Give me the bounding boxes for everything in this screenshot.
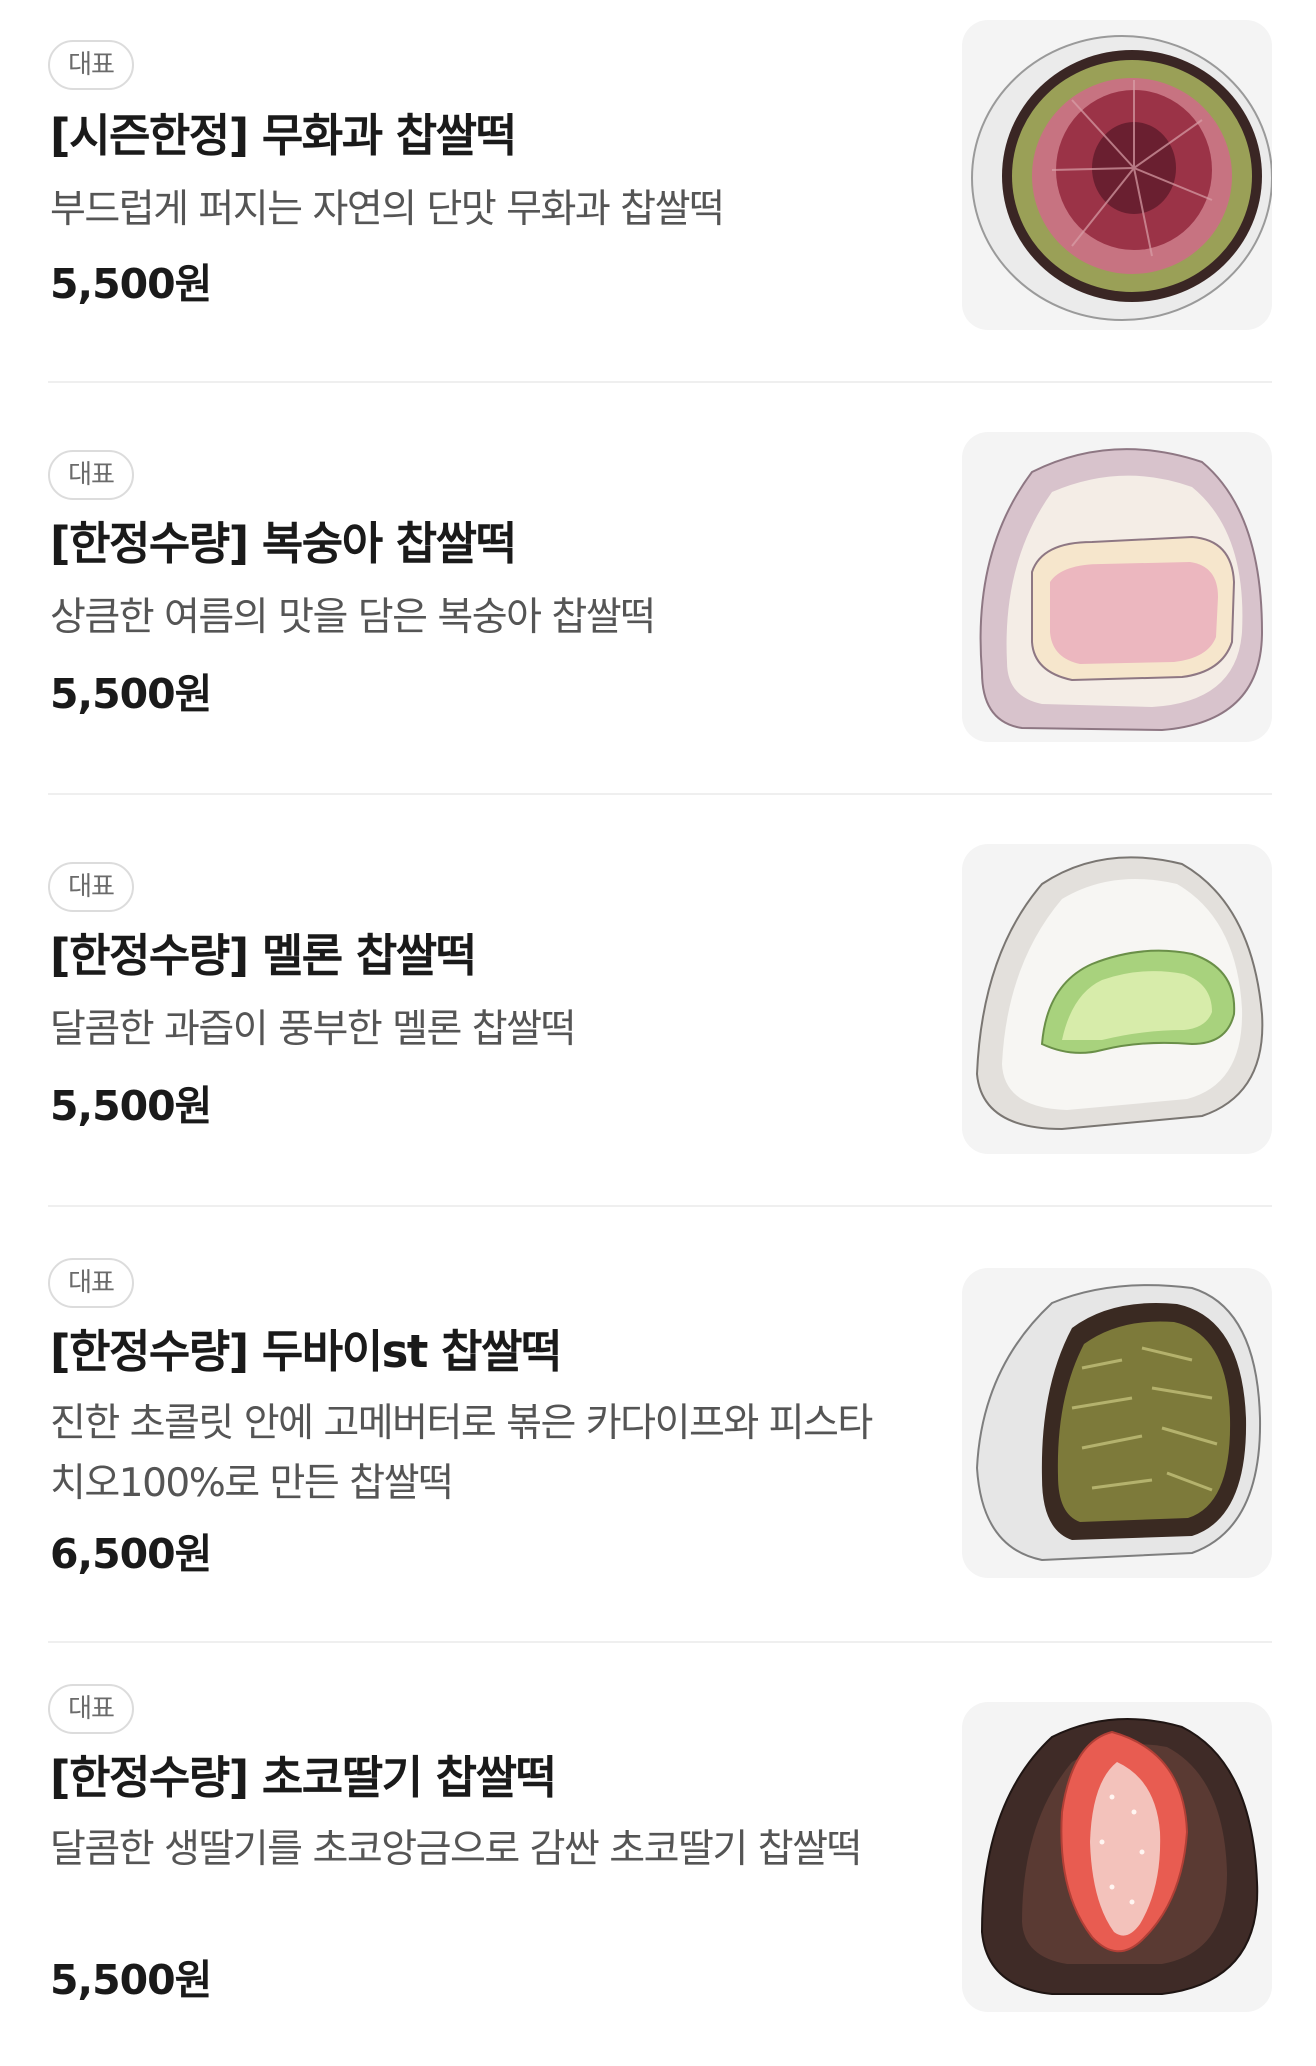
menu-item-price: 5,500원 xyxy=(50,1956,212,2004)
peach-mochi-icon xyxy=(979,448,1264,732)
menu-item-price: 5,500원 xyxy=(50,670,212,718)
menu-item-thumbnail[interactable] xyxy=(962,20,1272,330)
menu-item-dubai-mochi[interactable]: 대표 [한정수량] 두바이st 찹쌀떡 진한 초콜릿 안에 고메버터로 볶은 카… xyxy=(48,1206,1272,1642)
menu-item-description: 달콤한 과즙이 풍부한 멜론 찹쌀떡 xyxy=(50,1007,576,1052)
menu-item-description: 달콤한 생딸기를 초코앙금으로 감싼 초코딸기 찹쌀떡 xyxy=(50,1827,862,1872)
menu-item-choco-strawberry-mochi[interactable]: 대표 [한정수량] 초코딸기 찹쌀떡 달콤한 생딸기를 초코앙금으로 감싼 초코… xyxy=(48,1642,1272,2066)
menu-item-thumbnail[interactable] xyxy=(962,432,1272,742)
menu-item-price: 5,500원 xyxy=(50,260,212,308)
fig-mochi-icon xyxy=(971,35,1272,321)
menu-item-price: 6,500원 xyxy=(50,1530,212,1578)
featured-badge: 대표 xyxy=(48,862,134,912)
choco-strawberry-mochi-icon xyxy=(980,1718,1259,1995)
menu-item-title: [한정수량] 두바이st 찹쌀떡 xyxy=(50,1325,562,1378)
featured-badge: 대표 xyxy=(48,450,134,500)
menu-item-thumbnail[interactable] xyxy=(962,1268,1272,1578)
menu-item-title: [한정수량] 복숭아 찹쌀떡 xyxy=(50,517,517,570)
menu-item-fig-mochi[interactable]: 대표 [시즌한정] 무화과 찹쌀떡 부드럽게 퍼지는 자연의 단맛 무화과 찹쌀… xyxy=(48,0,1272,382)
menu-item-title: [시즌한정] 무화과 찹쌀떡 xyxy=(50,109,517,162)
menu-item-description: 진한 초콜릿 안에 고메버터로 볶은 카다이프와 피스타치오100%로 만든 찹… xyxy=(50,1401,873,1506)
dubai-pistachio-mochi-icon xyxy=(975,1284,1262,1562)
menu-item-description: 부드럽게 퍼지는 자연의 단맛 무화과 찹쌀떡 xyxy=(50,187,725,232)
menu-item-thumbnail[interactable] xyxy=(962,844,1272,1154)
menu-list: 대표 [시즌한정] 무화과 찹쌀떡 부드럽게 퍼지는 자연의 단맛 무화과 찹쌀… xyxy=(0,0,1316,2066)
melon-mochi-icon xyxy=(975,856,1264,1131)
menu-item-title: [한정수량] 멜론 찹쌀떡 xyxy=(50,929,477,982)
menu-item-thumbnail[interactable] xyxy=(962,1702,1272,2012)
menu-item-peach-mochi[interactable]: 대표 [한정수량] 복숭아 찹쌀떡 상큼한 여름의 맛을 담은 복숭아 찹쌀떡 … xyxy=(48,382,1272,794)
menu-item-description: 상큼한 여름의 맛을 담은 복숭아 찹쌀떡 xyxy=(50,595,656,640)
featured-badge: 대표 xyxy=(48,1258,134,1308)
featured-badge: 대표 xyxy=(48,1684,134,1734)
featured-badge: 대표 xyxy=(48,40,134,90)
menu-item-title: [한정수량] 초코딸기 찹쌀떡 xyxy=(50,1751,557,1804)
menu-item-price: 5,500원 xyxy=(50,1082,212,1130)
menu-item-melon-mochi[interactable]: 대표 [한정수량] 멜론 찹쌀떡 달콤한 과즙이 풍부한 멜론 찹쌀떡 5,50… xyxy=(48,794,1272,1206)
